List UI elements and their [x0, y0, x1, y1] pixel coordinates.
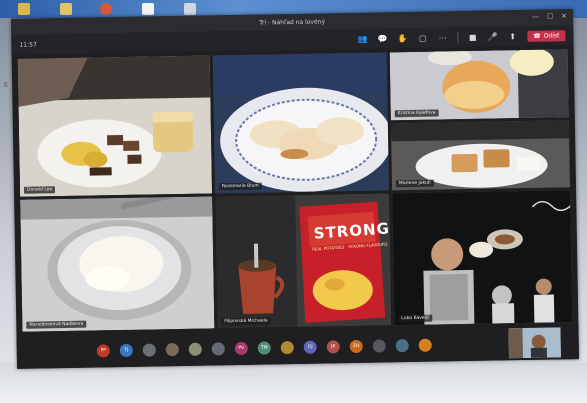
minimize-icon[interactable]: — — [532, 13, 539, 22]
participant-name: Naradenieová Naďalova — [26, 320, 87, 329]
video-feed — [17, 55, 213, 197]
participant-avatar[interactable]: DJ — [303, 340, 317, 354]
video-tile[interactable]: Donald Lee — [17, 55, 213, 197]
share-screen-icon[interactable]: ⬆ — [507, 31, 518, 42]
close-icon[interactable]: ✕ — [561, 12, 567, 21]
participant-avatar[interactable]: PP — [96, 343, 110, 357]
window-title: Trí - Náhľad na lovéný — [259, 17, 326, 27]
participant-avatar[interactable] — [280, 340, 294, 354]
teams-meeting-window: Trí - Náhľad na lovéný — ☐ ✕ 11:57 👥 💬 ✋… — [10, 9, 580, 369]
video-feed — [392, 190, 573, 326]
participant-name: Donald Lee — [23, 186, 56, 194]
desktop-icon[interactable] — [18, 3, 30, 15]
participant-name: Filipovská Michaela — [221, 317, 271, 326]
participant-avatar[interactable] — [211, 341, 225, 355]
monitor-bezel — [0, 363, 587, 403]
raise-hand-icon[interactable]: ✋ — [397, 33, 408, 44]
participant-avatar[interactable]: PV — [234, 341, 248, 355]
leave-label: Odísť — [543, 31, 560, 40]
video-tile-stack: Kristina Kalefova Marlene Jakub — [389, 49, 571, 191]
participant-avatar[interactable]: JK — [326, 339, 340, 353]
participant-avatar[interactable] — [395, 338, 409, 352]
video-tile[interactable]: Naradenieová Naďalova — [20, 196, 215, 332]
participant-name: Rosemarie Blum — [218, 182, 262, 191]
participant-avatar[interactable]: TJ — [119, 343, 133, 357]
participant-name: Kristina Kalefova — [394, 108, 439, 117]
participant-avatar[interactable]: ZH — [349, 339, 363, 353]
video-feed — [215, 193, 392, 329]
video-grid: Donald Lee Rosemarie Blum Kristina Kalef… — [17, 49, 573, 332]
video-tile[interactable]: STRONG REAL POTATOES · STRONG FLAVOURS F… — [215, 193, 392, 329]
desktop-icon[interactable] — [142, 3, 154, 15]
video-feed — [20, 196, 215, 332]
rooms-icon[interactable]: ▢ — [417, 32, 428, 43]
video-tile[interactable]: Marlene Jakub — [390, 119, 571, 191]
video-tile[interactable]: Rosemarie Blum — [212, 52, 390, 194]
participant-avatar[interactable]: TM — [257, 340, 271, 355]
meeting-timer: 11:57 — [19, 40, 37, 49]
camera-icon[interactable]: ■ — [467, 31, 478, 42]
self-view-video[interactable] — [508, 327, 561, 359]
self-view-feed — [508, 327, 561, 359]
desktop-label: ß — [4, 82, 8, 89]
participant-name: Marlene Jakub — [395, 179, 434, 188]
desktop-icon[interactable] — [184, 3, 196, 15]
participant-avatar[interactable] — [142, 342, 156, 357]
participant-avatar[interactable] — [165, 342, 179, 356]
chat-icon[interactable]: 💬 — [377, 33, 388, 44]
participant-avatar[interactable] — [372, 338, 386, 353]
microphone-icon[interactable]: 🎤 — [487, 31, 498, 42]
participants-icon[interactable]: 👥 — [357, 33, 368, 44]
desktop-icon[interactable] — [100, 3, 112, 15]
leave-button[interactable]: ☎ Odísť — [527, 29, 566, 42]
participant-avatar[interactable] — [188, 342, 202, 356]
desktop-icon[interactable] — [60, 3, 72, 15]
video-tile[interactable]: Kristina Kalefova — [389, 49, 569, 120]
participant-avatar[interactable] — [418, 338, 432, 352]
more-actions-icon[interactable]: ⋯ — [437, 32, 448, 43]
video-feed — [212, 52, 390, 194]
video-tile[interactable]: Lubo Kaveljč — [392, 190, 573, 326]
participant-name: Lubo Kaveljč — [398, 314, 433, 323]
maximize-icon[interactable]: ☐ — [547, 12, 553, 21]
phone-icon: ☎ — [533, 32, 541, 40]
